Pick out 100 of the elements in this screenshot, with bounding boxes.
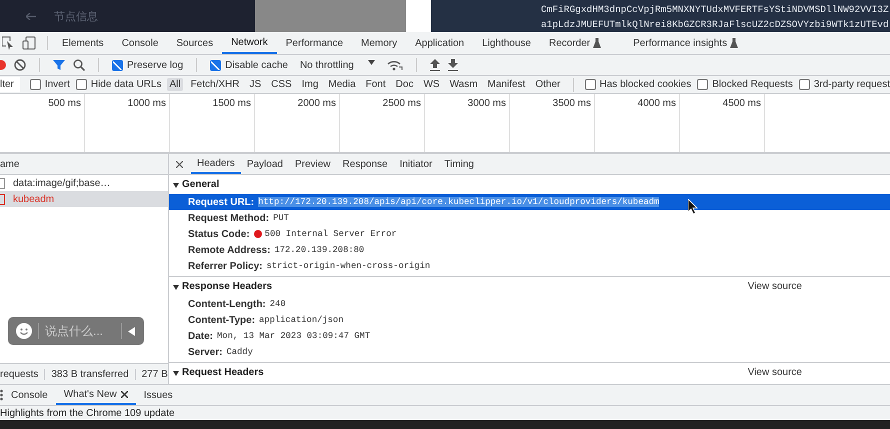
timeline-tick: 3500 ms xyxy=(552,98,591,109)
panel-tab[interactable]: Application xyxy=(406,32,474,54)
drawer-tab[interactable]: Issues xyxy=(136,385,181,405)
header-value: Mon, 13 Mar 2023 03:09:47 GMT xyxy=(217,331,370,341)
flask-icon xyxy=(730,38,738,48)
section-title[interactable]: Request Headers xyxy=(182,367,264,378)
upload-icon[interactable] xyxy=(430,59,440,71)
panel-tab[interactable]: Performance insights xyxy=(624,32,748,54)
panel-tab[interactable]: Elements xyxy=(53,32,113,54)
flask-icon xyxy=(593,38,602,48)
cursor-icon xyxy=(688,199,698,214)
header-name: Referrer Policy: xyxy=(188,260,262,272)
chat-input-field[interactable]: 说点什么... xyxy=(45,324,115,338)
header-value: Caddy xyxy=(226,347,253,357)
timeline-tick: 4000 ms xyxy=(638,98,676,109)
checkbox[interactable] xyxy=(584,79,596,90)
panel-tab[interactable]: Lighthouse xyxy=(473,32,540,54)
more-icon[interactable] xyxy=(0,389,3,401)
type-filter-button[interactable]: Font xyxy=(364,78,388,91)
header-value: 172.20.139.208:80 xyxy=(274,245,364,255)
status-text: 383 B transferred xyxy=(44,368,135,380)
header-value: PUT xyxy=(273,213,289,223)
section-title[interactable]: Response Headers xyxy=(182,281,272,292)
view-source-link[interactable]: View source xyxy=(748,281,802,292)
type-filter-button[interactable]: Doc xyxy=(394,78,416,91)
header-value: 240 xyxy=(270,299,286,309)
breadcrumb-text: 节点信息 xyxy=(54,10,98,24)
panel-tab[interactable]: Performance xyxy=(276,32,352,54)
header-value: http://172.20.139.208/apis/api/core.kubeclipper.io/v1/cloudproviders/kubeadm xyxy=(258,197,660,207)
panel-tab[interactable]: Console xyxy=(112,32,168,54)
status-text: requests xyxy=(0,368,40,380)
detail-tab[interactable]: Preview xyxy=(288,154,337,174)
drawer-tab[interactable]: Console xyxy=(3,385,56,405)
expand-triangle-icon[interactable] xyxy=(173,182,179,188)
filter-icon[interactable] xyxy=(53,59,65,71)
detail-tab[interactable]: Initiator xyxy=(394,154,438,174)
checkbox[interactable] xyxy=(76,79,87,90)
search-icon[interactable] xyxy=(73,59,85,71)
wifi-icon[interactable] xyxy=(386,59,403,71)
filter-field[interactable]: lter xyxy=(0,77,20,92)
type-filter-button[interactable]: Media xyxy=(326,78,358,91)
request-row[interactable]: data:image/gif;base… xyxy=(0,175,168,191)
checkbox[interactable] xyxy=(30,79,41,90)
close-icon[interactable] xyxy=(176,160,183,168)
view-source-link[interactable]: View source xyxy=(748,367,802,378)
header-name: Request URL: xyxy=(188,196,254,208)
smiley-icon[interactable] xyxy=(16,323,32,339)
timeline-tick: 3000 ms xyxy=(468,98,506,109)
type-filter-button[interactable]: Wasm xyxy=(448,78,480,91)
timeline-tick: 2500 ms xyxy=(382,98,421,109)
code-line: CmFiRGgxdHM3dnpCcVpjRm5MNXNYTUdxMVFERTFsYStiNDVMSDllNW92VVI3Z xyxy=(540,3,890,17)
panel-tab[interactable]: Memory xyxy=(352,32,406,54)
expand-triangle-icon[interactable] xyxy=(173,284,179,290)
expand-triangle-icon[interactable] xyxy=(173,370,179,376)
header-value: application/json xyxy=(259,315,344,325)
checkbox[interactable] xyxy=(210,60,222,70)
header-value: 500 Internal Server Error xyxy=(264,229,397,239)
checkbox[interactable] xyxy=(112,60,123,70)
checkbox-label: Blocked Requests xyxy=(712,79,793,90)
checkbox-label: Preserve log xyxy=(127,60,184,70)
section-title[interactable]: General xyxy=(182,179,220,190)
throttling-dropdown[interactable]: No throttling xyxy=(296,60,379,70)
collapse-icon[interactable] xyxy=(128,326,135,336)
type-filter-button[interactable]: Other xyxy=(533,78,562,91)
header-name: Remote Address: xyxy=(188,244,270,256)
timeline-tick: 1500 ms xyxy=(212,98,251,109)
caret-icon xyxy=(368,60,375,64)
checkbox-label: Invert xyxy=(44,79,70,90)
drawer-text: Highlights from the Chrome 109 update xyxy=(0,408,175,418)
close-icon[interactable] xyxy=(120,390,128,398)
timeline-tick: 2000 ms xyxy=(298,98,336,109)
detail-tab[interactable]: Headers xyxy=(191,154,241,174)
detail-tab[interactable]: Response xyxy=(336,154,394,174)
header-name: Content-Length: xyxy=(188,298,266,310)
checkbox-label: Hide data URLs xyxy=(90,79,162,90)
type-filter-button[interactable]: CSS xyxy=(269,78,294,91)
type-filter-button[interactable]: Manifest xyxy=(486,78,528,91)
header-name: Date: xyxy=(188,330,214,342)
checkbox[interactable] xyxy=(697,79,708,90)
type-filter-button[interactable]: All xyxy=(167,78,183,91)
download-icon[interactable] xyxy=(448,59,458,71)
type-filter-button[interactable]: WS xyxy=(421,78,442,91)
code-line: a1pLdzJMUEFUTmlkQlNrei8KbGZCR3RJaFlscUZ2cDZSOVYzbi9WTk1zUTEvd xyxy=(540,18,890,32)
device-icon[interactable] xyxy=(22,36,36,50)
type-filter-button[interactable]: Img xyxy=(300,78,320,91)
header-name: Server: xyxy=(188,346,222,358)
timeline-tick: 4500 ms xyxy=(722,98,761,109)
checkbox-label: Has blocked cookies xyxy=(600,79,692,90)
inspect-icon[interactable] xyxy=(2,36,14,50)
detail-tab[interactable]: Timing xyxy=(438,154,480,174)
header-name: Request Method: xyxy=(188,212,270,224)
checkbox[interactable] xyxy=(798,79,810,90)
panel-tab[interactable]: Sources xyxy=(167,32,222,54)
type-filter-button[interactable]: JS xyxy=(247,78,264,91)
chat-input-bar[interactable]: 说点什么... xyxy=(8,317,144,345)
checkbox-label: 3rd-party request xyxy=(814,79,890,90)
type-filter-button[interactable]: Fetch/XHR xyxy=(188,78,242,91)
panel-tab[interactable]: Recorder xyxy=(540,32,610,54)
clear-icon[interactable] xyxy=(14,59,26,71)
detail-tab[interactable]: Payload xyxy=(240,154,289,174)
